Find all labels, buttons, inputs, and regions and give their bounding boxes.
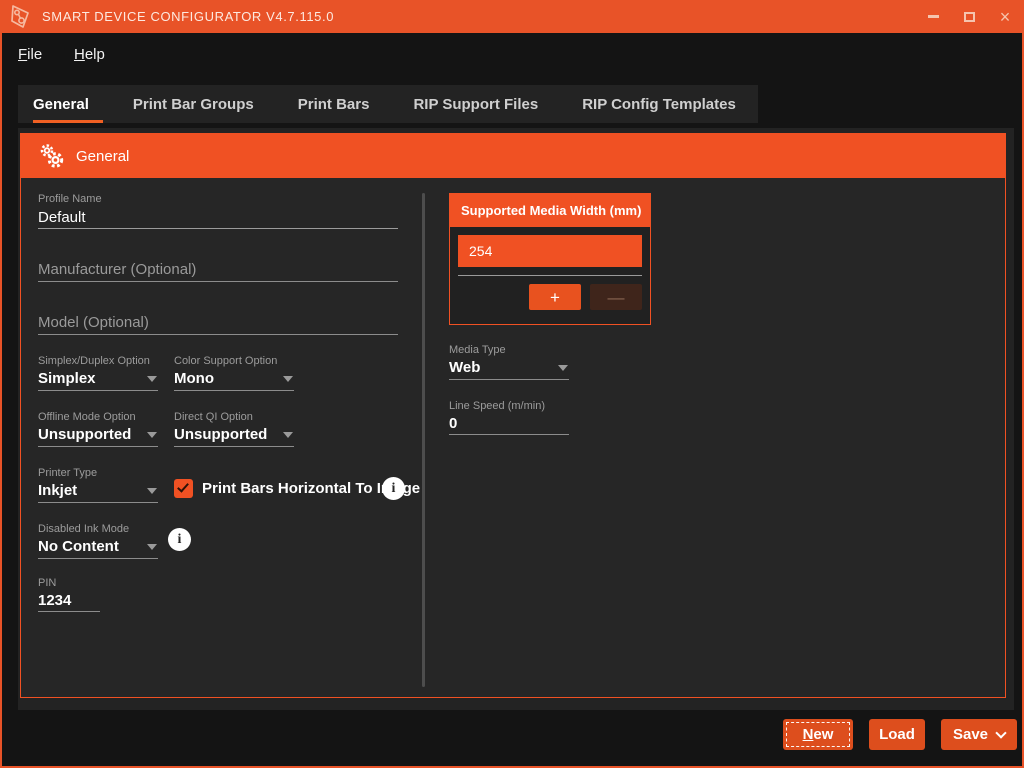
app-logo-icon [8, 4, 34, 30]
panel-title: General [76, 148, 129, 165]
pin-label: PIN [38, 577, 56, 589]
new-button-label: New [803, 726, 834, 743]
tab-rip-config-templates[interactable]: RIP Config Templates [560, 85, 758, 123]
profile-name-input[interactable]: Default [38, 209, 86, 226]
disabled-ink-mode-select[interactable]: No Content [38, 538, 119, 555]
model-input[interactable]: Model (Optional) [38, 314, 149, 331]
close-button[interactable]: × [994, 6, 1016, 28]
supported-media-width-group: Supported Media Width (mm) 254 + — [449, 193, 651, 325]
add-media-width-button[interactable]: + [529, 284, 581, 310]
info-icon[interactable]: i [168, 528, 191, 551]
chevron-down-icon[interactable] [147, 376, 157, 382]
maximize-button[interactable] [958, 6, 980, 28]
menu-file[interactable]: File [18, 46, 42, 63]
media-type-underline [449, 379, 569, 380]
direct-qi-select[interactable]: Unsupported [174, 426, 267, 443]
pin-input[interactable]: 1234 [38, 592, 71, 609]
simplex-duplex-underline [38, 390, 158, 391]
minimize-icon [928, 15, 939, 18]
offline-mode-select[interactable]: Unsupported [38, 426, 131, 443]
info-icon[interactable]: i [382, 477, 405, 500]
remove-media-width-button[interactable]: — [590, 284, 642, 310]
chevron-down-icon[interactable] [995, 727, 1006, 738]
save-button-label: Save [953, 726, 988, 743]
window-title: SMART DEVICE CONFIGURATOR V4.7.115.0 [42, 9, 334, 24]
media-width-divider [458, 275, 642, 276]
printer-type-label: Printer Type [38, 467, 97, 479]
profile-name-label: Profile Name [38, 193, 102, 205]
supported-media-width-header: Supported Media Width (mm) [450, 194, 650, 227]
column-divider [422, 193, 425, 687]
window-titlebar: SMART DEVICE CONFIGURATOR V4.7.115.0 × [0, 0, 1024, 33]
tab-general[interactable]: General [18, 85, 111, 123]
tab-strip: General Print Bar Groups Print Bars RIP … [18, 85, 758, 123]
manufacturer-underline [38, 281, 398, 282]
tab-print-bar-groups[interactable]: Print Bar Groups [111, 85, 276, 123]
direct-qi-label: Direct QI Option [174, 411, 253, 423]
line-speed-underline [449, 434, 569, 435]
printer-type-select[interactable]: Inkjet [38, 482, 77, 499]
tab-rip-support-files[interactable]: RIP Support Files [391, 85, 560, 123]
close-icon: × [1000, 8, 1011, 26]
color-support-select[interactable]: Mono [174, 370, 214, 387]
media-width-list-item[interactable]: 254 [458, 235, 642, 267]
menu-bar: File Help [2, 33, 1022, 77]
color-support-underline [174, 390, 294, 391]
media-type-label: Media Type [449, 344, 506, 356]
media-type-select[interactable]: Web [449, 359, 480, 376]
simplex-duplex-select[interactable]: Simplex [38, 370, 96, 387]
gears-icon [38, 143, 66, 169]
load-button-label: Load [879, 726, 915, 743]
print-bars-horizontal-checkbox[interactable] [174, 479, 193, 498]
color-support-label: Color Support Option [174, 355, 277, 367]
model-underline [38, 334, 398, 335]
simplex-duplex-label: Simplex/Duplex Option [38, 355, 150, 367]
chevron-down-icon[interactable] [147, 544, 157, 550]
line-speed-input[interactable]: 0 [449, 415, 457, 432]
chevron-down-icon[interactable] [147, 432, 157, 438]
manufacturer-input[interactable]: Manufacturer (Optional) [38, 261, 196, 278]
chevron-down-icon[interactable] [558, 365, 568, 371]
chevron-down-icon[interactable] [283, 432, 293, 438]
profile-name-underline [38, 228, 398, 229]
menu-help[interactable]: Help [74, 46, 105, 63]
maximize-icon [964, 12, 975, 22]
chevron-down-icon[interactable] [283, 376, 293, 382]
chevron-down-icon[interactable] [147, 488, 157, 494]
minimize-button[interactable] [922, 6, 944, 28]
disabled-ink-mode-label: Disabled Ink Mode [38, 523, 129, 535]
disabled-ink-mode-underline [38, 558, 158, 559]
direct-qi-underline [174, 446, 294, 447]
check-icon [177, 480, 189, 492]
save-button[interactable]: Save [941, 719, 1017, 750]
offline-mode-underline [38, 446, 158, 447]
offline-mode-label: Offline Mode Option [38, 411, 136, 423]
printer-type-underline [38, 502, 158, 503]
app-window: SMART DEVICE CONFIGURATOR V4.7.115.0 × F… [0, 0, 1024, 768]
new-button[interactable]: New [783, 719, 853, 750]
line-speed-label: Line Speed (m/min) [449, 400, 545, 412]
tab-print-bars[interactable]: Print Bars [276, 85, 392, 123]
panel-header: General [21, 134, 1005, 178]
load-button[interactable]: Load [869, 719, 925, 750]
pin-underline [38, 611, 100, 612]
